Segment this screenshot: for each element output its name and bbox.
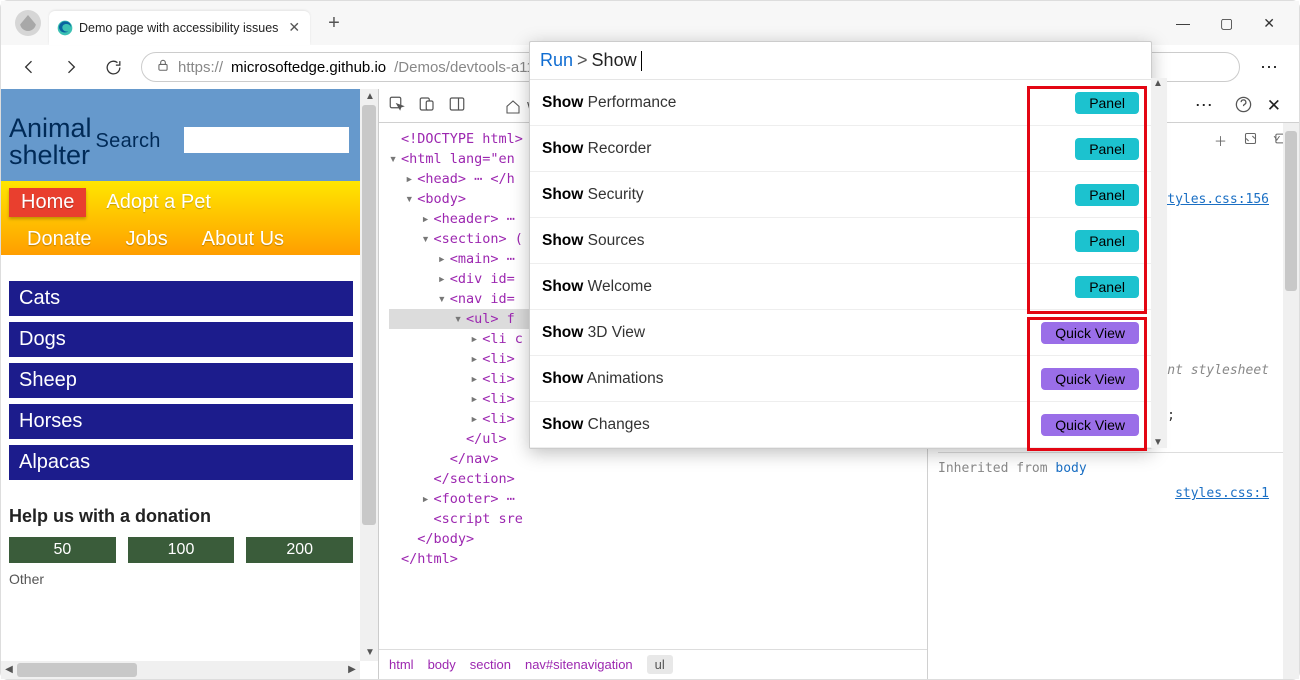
- dock-icon[interactable]: [447, 95, 467, 116]
- category-item[interactable]: Cats: [9, 281, 353, 316]
- lock-icon: [156, 58, 170, 76]
- command-item[interactable]: Show RecorderPanel: [530, 126, 1151, 172]
- command-badge: Quick View: [1041, 368, 1139, 390]
- command-item[interactable]: Show AnimationsQuick View: [530, 356, 1151, 402]
- browser-tab[interactable]: Demo page with accessibility issues ✕: [49, 11, 310, 45]
- command-menu: Run > Show Show PerformancePanelShow Rec…: [529, 41, 1152, 449]
- viewport-vertical-scrollbar[interactable]: ▲ ▼: [360, 89, 378, 661]
- styles-source-link[interactable]: styles.css:156: [1159, 192, 1269, 207]
- search-input[interactable]: [184, 127, 349, 153]
- command-input[interactable]: Run > Show: [530, 42, 1151, 80]
- window-maximize-button[interactable]: ▢: [1220, 15, 1233, 32]
- home-icon: [505, 99, 521, 115]
- titlebar: Demo page with accessibility issues ✕ + …: [1, 1, 1299, 45]
- crumb[interactable]: nav#sitenavigation: [525, 657, 633, 672]
- back-button[interactable]: [15, 57, 43, 77]
- category-item[interactable]: Sheep: [9, 363, 353, 398]
- edge-favicon: [57, 20, 73, 36]
- crumb[interactable]: html: [389, 657, 414, 672]
- command-scrollbar[interactable]: ▲ ▼: [1151, 78, 1167, 448]
- page-banner: Animal shelter Search: [1, 89, 361, 181]
- device-icon[interactable]: [417, 95, 437, 116]
- donation-amount[interactable]: 50: [9, 537, 116, 563]
- window-minimize-button[interactable]: ―: [1176, 15, 1190, 32]
- inherited-from-link[interactable]: body: [1055, 461, 1086, 476]
- url-scheme: https://: [178, 59, 223, 76]
- donation-amount[interactable]: 200: [246, 537, 353, 563]
- dom-line[interactable]: </section>: [389, 469, 927, 489]
- dom-breadcrumbs: html body section nav#sitenavigation ul: [379, 649, 927, 679]
- scroll-up-icon[interactable]: ▲: [362, 89, 378, 105]
- donation-heading: Help us with a donation: [9, 506, 353, 527]
- profile-icon[interactable]: [15, 10, 41, 36]
- tab-close-icon[interactable]: ✕: [288, 19, 300, 36]
- donation-amount[interactable]: 100: [128, 537, 235, 563]
- page-viewport: Animal shelter Search Home Adopt a Pet D…: [1, 89, 379, 679]
- new-style-rule-icon[interactable]: ＋: [1214, 131, 1227, 150]
- page-nav: Home Adopt a Pet Donate Jobs About Us: [1, 181, 361, 255]
- forward-button[interactable]: [57, 57, 85, 77]
- nav-jobs[interactable]: Jobs: [114, 225, 180, 254]
- viewport-horizontal-scrollbar[interactable]: ◀ ▶: [1, 661, 360, 679]
- browser-menu-button[interactable]: ⋯: [1254, 57, 1285, 78]
- donation-other: Other: [9, 571, 353, 587]
- nav-home[interactable]: Home: [9, 188, 86, 217]
- styles-collapse-icon[interactable]: ⌄: [1273, 127, 1281, 143]
- crumb[interactable]: section: [470, 657, 511, 672]
- command-item[interactable]: Show WelcomePanel: [530, 264, 1151, 310]
- category-list: Cats Dogs Sheep Horses Alpacas: [1, 271, 361, 490]
- dom-line[interactable]: </body>: [389, 529, 927, 549]
- dom-line[interactable]: <script sre: [389, 509, 927, 529]
- category-item[interactable]: Alpacas: [9, 445, 353, 480]
- category-item[interactable]: Dogs: [9, 322, 353, 357]
- scroll-down-icon[interactable]: ▼: [1151, 437, 1165, 448]
- window-close-button[interactable]: ✕: [1263, 15, 1275, 32]
- devtools-close-button[interactable]: ✕: [1267, 96, 1281, 116]
- category-item[interactable]: Horses: [9, 404, 353, 439]
- scroll-right-icon[interactable]: ▶: [344, 662, 360, 678]
- command-item[interactable]: Show PerformancePanel: [530, 80, 1151, 126]
- command-badge: Panel: [1075, 276, 1139, 298]
- brand-title: Animal shelter: [1, 101, 92, 169]
- toggle-classes-icon[interactable]: [1243, 131, 1258, 150]
- nav-about[interactable]: About Us: [190, 225, 296, 254]
- scroll-thumb[interactable]: [1285, 131, 1297, 291]
- styles-source-link[interactable]: styles.css:1: [1175, 486, 1269, 501]
- command-item[interactable]: Show SourcesPanel: [530, 218, 1151, 264]
- scroll-down-icon[interactable]: ▼: [362, 645, 378, 661]
- command-badge: Quick View: [1041, 414, 1139, 436]
- command-badge: Panel: [1075, 230, 1139, 252]
- nav-donate[interactable]: Donate: [15, 225, 104, 254]
- command-badge: Panel: [1075, 92, 1139, 114]
- dom-line[interactable]: </nav>: [389, 449, 927, 469]
- crumb-current[interactable]: ul: [647, 655, 673, 674]
- command-item[interactable]: Show SecurityPanel: [530, 172, 1151, 218]
- command-badge: Panel: [1075, 184, 1139, 206]
- command-item[interactable]: Show 3D ViewQuick View: [530, 310, 1151, 356]
- dom-line[interactable]: ▸<footer> ⋯: [389, 489, 927, 509]
- command-badge: Panel: [1075, 138, 1139, 160]
- help-icon[interactable]: [1234, 95, 1253, 117]
- command-item[interactable]: Show ChangesQuick View: [530, 402, 1151, 448]
- devtools-menu-button[interactable]: ⋯: [1189, 95, 1220, 116]
- nav-adopt[interactable]: Adopt a Pet: [94, 188, 223, 217]
- tab-title: Demo page with accessibility issues: [79, 21, 278, 35]
- styles-scrollbar[interactable]: [1283, 123, 1299, 679]
- scroll-left-icon[interactable]: ◀: [1, 662, 17, 678]
- refresh-button[interactable]: [99, 58, 127, 77]
- url-host: microsoftedge.github.io: [231, 59, 386, 76]
- text-caret: [641, 51, 642, 71]
- scroll-up-icon[interactable]: ▲: [1151, 78, 1165, 89]
- inspect-icon[interactable]: [387, 95, 407, 116]
- scroll-thumb[interactable]: [362, 105, 376, 525]
- dom-line[interactable]: </html>: [389, 549, 927, 569]
- scroll-thumb[interactable]: [17, 663, 137, 677]
- search-label: Search: [96, 130, 161, 153]
- crumb[interactable]: body: [428, 657, 456, 672]
- command-badge: Quick View: [1041, 322, 1139, 344]
- new-tab-button[interactable]: +: [328, 12, 340, 35]
